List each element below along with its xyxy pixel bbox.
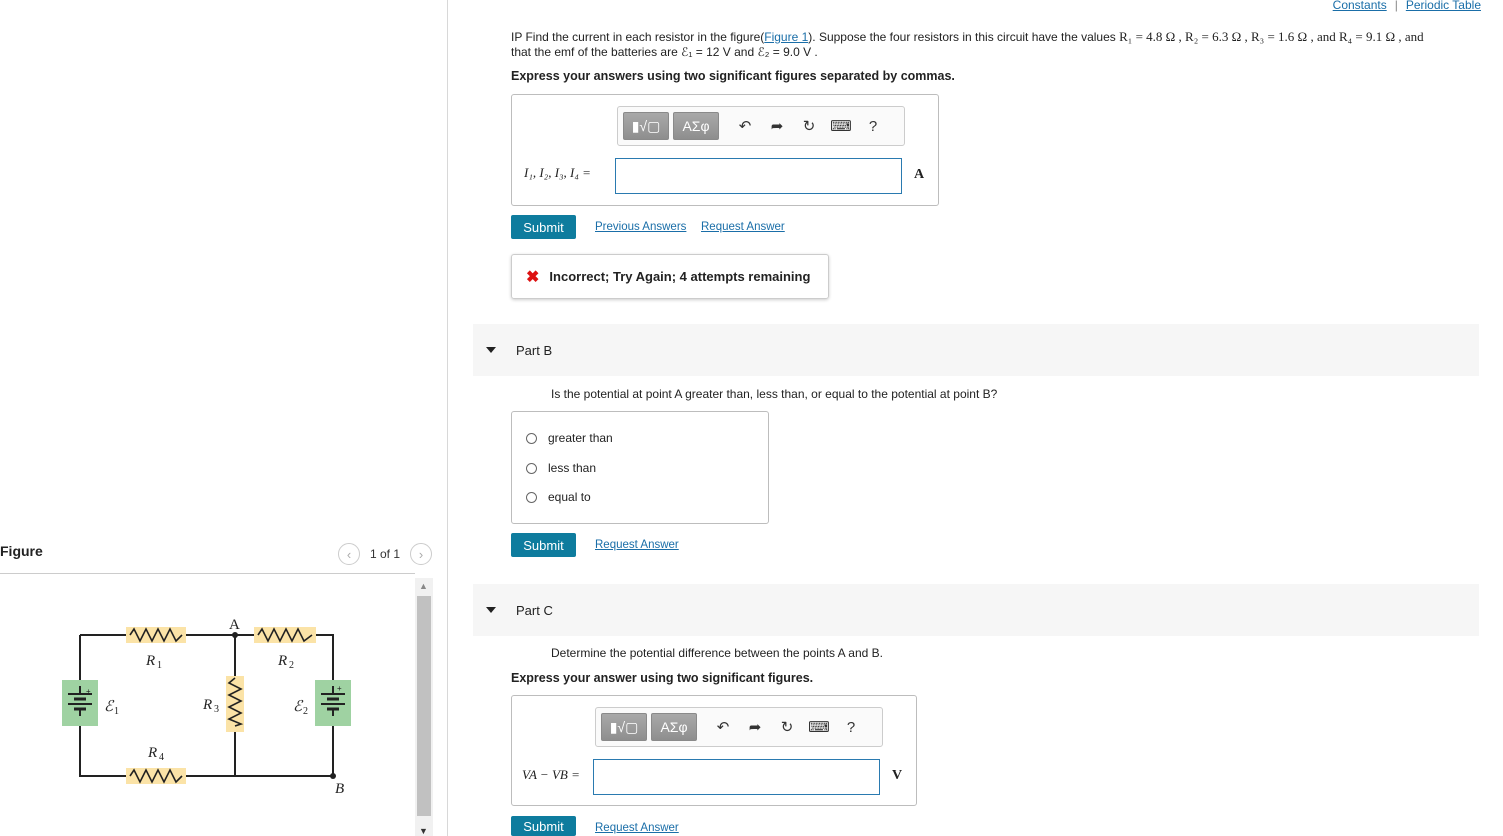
part-b-request-answer-link[interactable]: Request Answer: [595, 539, 679, 551]
circuit-diagram: + + A B R 1 R 2 R 3 R 4 ℰ 1 ℰ 2: [62, 617, 351, 797]
label-emf2-sub: 2: [303, 706, 308, 717]
undo-icon[interactable]: ↶: [709, 713, 737, 741]
keyboard-icon[interactable]: ⌨: [805, 713, 833, 741]
figure-divider: [0, 573, 415, 574]
resistor-values: R₁ = 4.8 Ω , R₂ = 6.3 Ω , R₃ = 1.6 Ω , a…: [1119, 29, 1424, 44]
part-b-question: Is the potential at point A greater than…: [551, 387, 998, 401]
nav-separator: |: [1394, 0, 1398, 12]
part-c-request-answer-link[interactable]: Request Answer: [595, 822, 679, 834]
scroll-thumb[interactable]: [417, 596, 431, 816]
part-c-instruction: Express your answer using two significan…: [511, 671, 814, 685]
question-prefix: IP Find the current in each resistor in …: [511, 30, 765, 44]
option-greater-than[interactable]: greater than: [526, 431, 613, 445]
collapse-triangle-icon[interactable]: [486, 347, 496, 353]
part-c-submit-button[interactable]: Submit: [511, 816, 576, 836]
scroll-up-icon[interactable]: ▲: [419, 581, 428, 591]
option-equal-to[interactable]: equal to: [526, 490, 591, 504]
part-a-math-toolbar: ▮√▢ ΑΣφ ↶ ➦ ↻ ⌨ ?: [617, 106, 905, 146]
redo-icon[interactable]: ➦: [763, 112, 791, 140]
symbols-button[interactable]: ΑΣφ: [673, 112, 719, 140]
label-r4-sub: 4: [159, 752, 164, 763]
redo-icon[interactable]: ➦: [741, 713, 769, 741]
reset-icon[interactable]: ↻: [795, 112, 823, 140]
pager-text: 1 of 1: [370, 547, 401, 561]
reset-icon[interactable]: ↻: [773, 713, 801, 741]
previous-answers-link[interactable]: Previous Answers: [595, 221, 686, 233]
part-c-unit: V: [892, 768, 903, 783]
part-b-header[interactable]: Part B: [473, 324, 1479, 376]
label-r3-sub: 3: [214, 704, 219, 715]
option-label: less than: [548, 461, 597, 475]
radio-icon[interactable]: [526, 462, 537, 474]
next-figure-button[interactable]: ›: [410, 543, 433, 565]
keyboard-icon[interactable]: ⌨: [827, 112, 855, 140]
label-r2: R: [277, 653, 287, 669]
part-a-answer-input[interactable]: [615, 158, 902, 194]
question-text: IP Find the current in each resistor in …: [511, 29, 1471, 84]
label-r1-sub: 1: [157, 660, 162, 671]
part-a-submit-button[interactable]: Submit: [511, 215, 576, 239]
label-r4: R: [147, 745, 157, 761]
svg-text:+: +: [337, 684, 342, 693]
prev-figure-button[interactable]: ‹: [338, 543, 360, 565]
option-less-than[interactable]: less than: [526, 461, 596, 475]
figure-pane: Figure ‹ 1 of 1 › + + A B R 1 R 2 R 3 R …: [0, 0, 448, 836]
part-a-unit: A: [914, 167, 925, 182]
part-c-input-label: VA − VB =: [522, 767, 580, 782]
part-c-question: Determine the potential difference betwe…: [551, 646, 884, 660]
label-r2-sub: 2: [289, 660, 294, 671]
label-point-a: A: [229, 617, 240, 633]
figure-label: Figure: [0, 543, 43, 559]
figure-pager: ‹ 1 of 1 ›: [338, 543, 433, 565]
incorrect-x-icon: ✖: [526, 268, 540, 286]
part-a-instruction: Express your answers using two significa…: [511, 69, 955, 83]
label-r3: R: [202, 697, 212, 713]
constants-link[interactable]: Constants: [1333, 0, 1387, 12]
help-icon[interactable]: ?: [837, 713, 865, 741]
radio-icon[interactable]: [526, 491, 537, 503]
feedback-incorrect: ✖ Incorrect; Try Again; 4 attempts remai…: [511, 254, 829, 299]
svg-text:+: +: [86, 687, 91, 696]
radio-icon[interactable]: [526, 432, 537, 444]
label-r1: R: [145, 653, 155, 669]
top-nav: Constants | Periodic Table: [1333, 0, 1481, 12]
collapse-triangle-icon[interactable]: [486, 607, 496, 613]
node-b: [330, 773, 336, 779]
part-c-title: Part C: [516, 602, 553, 618]
undo-icon[interactable]: ↶: [731, 112, 759, 140]
part-c-answer-input[interactable]: [593, 759, 880, 795]
symbols-button[interactable]: ΑΣφ: [651, 713, 697, 741]
option-label: greater than: [548, 431, 613, 445]
scroll-down-icon[interactable]: ▼: [419, 826, 428, 836]
part-c-header[interactable]: Part C: [473, 584, 1479, 636]
templates-button[interactable]: ▮√▢: [623, 112, 669, 140]
feedback-text: Incorrect; Try Again; 4 attempts remaini…: [549, 269, 811, 284]
question-line-1: IP Find the current in each resistor in …: [511, 29, 1471, 45]
part-b-title: Part B: [516, 342, 553, 358]
figure-link[interactable]: Figure 1: [764, 30, 808, 44]
periodic-table-link[interactable]: Periodic Table: [1406, 0, 1481, 12]
part-b-submit-button[interactable]: Submit: [511, 533, 576, 557]
part-a-input-label: I₁, I₂, I₃, I₄ =: [524, 165, 591, 180]
templates-button[interactable]: ▮√▢: [601, 713, 647, 741]
figure-scrollbar[interactable]: ▲ ▼: [415, 578, 433, 836]
option-label: equal to: [548, 490, 591, 504]
question-mid: ). Suppose the four resistors in this ci…: [808, 30, 1120, 44]
part-c-math-toolbar: ▮√▢ ΑΣφ ↶ ➦ ↻ ⌨ ?: [595, 707, 883, 747]
part-a-request-answer-link[interactable]: Request Answer: [701, 221, 785, 233]
label-point-b: B: [335, 781, 344, 797]
part-b-options-box: greater than less than equal to: [511, 411, 769, 524]
help-icon[interactable]: ?: [859, 112, 887, 140]
part-c-answer-box: ▮√▢ ΑΣφ ↶ ➦ ↻ ⌨ ? VA − VB = V: [511, 695, 917, 806]
question-line-2: that the emf of the batteries are ℰ₁ = 1…: [511, 45, 818, 59]
label-emf1-sub: 1: [114, 706, 119, 717]
part-a-answer-box: ▮√▢ ΑΣφ ↶ ➦ ↻ ⌨ ? I₁, I₂, I₃, I₄ = A: [511, 94, 939, 206]
